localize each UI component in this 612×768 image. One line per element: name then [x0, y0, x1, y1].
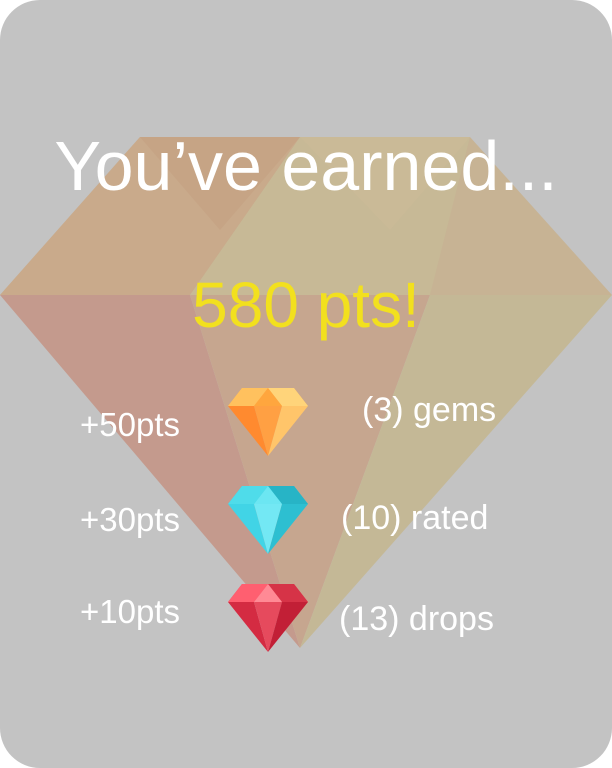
gems-label: (3) gems — [362, 391, 497, 429]
drops-points: +10pts — [80, 593, 180, 630]
drops-label: (13) drops — [339, 600, 494, 638]
cyan-gem-icon — [228, 486, 308, 554]
rated-label: (10) rated — [341, 499, 489, 537]
rated-points: +30pts — [80, 501, 180, 538]
orange-gem-icon — [228, 388, 308, 456]
total-points: 580 pts! — [192, 269, 420, 341]
background-diamond-icon — [0, 137, 612, 648]
red-gem-icon — [228, 584, 308, 652]
page-title: You’ve earned... — [54, 127, 558, 205]
gems-points: +50pts — [80, 406, 180, 443]
reward-card: You’ve earned... 580 pts! +50pts (3) gem… — [0, 0, 612, 768]
